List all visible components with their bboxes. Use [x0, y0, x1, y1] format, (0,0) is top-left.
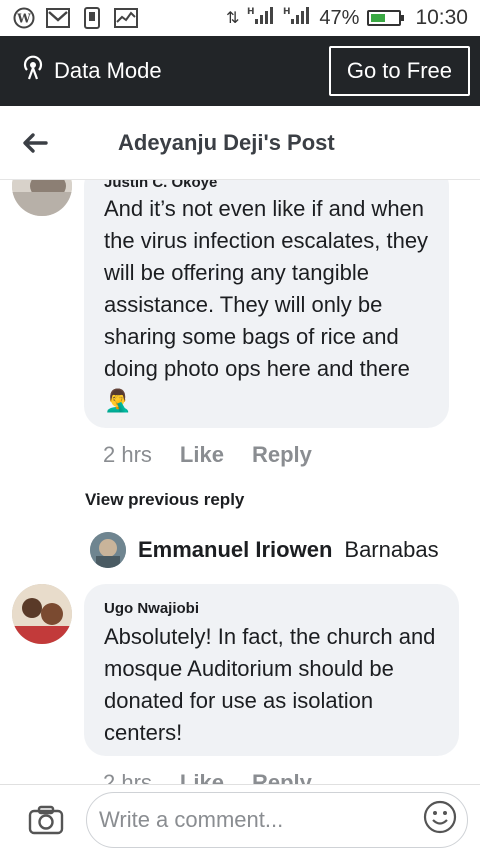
clock: 10:30: [415, 6, 468, 29]
page-title: Adeyanju Deji's Post: [118, 129, 335, 155]
go-to-free-button[interactable]: Go to Free: [328, 46, 470, 96]
comment-time: 2 hrs: [103, 770, 152, 784]
smiley-icon: [423, 800, 457, 834]
reply-author[interactable]: Emmanuel Iriowen: [138, 537, 332, 563]
back-button[interactable]: [0, 132, 70, 154]
avatar[interactable]: [12, 584, 72, 644]
post-header: Adeyanju Deji's Post: [0, 106, 480, 180]
svg-text:H: H: [247, 7, 255, 17]
like-button[interactable]: Like: [180, 442, 224, 468]
reply-button[interactable]: Reply: [252, 770, 312, 784]
data-mode-label: Data Mode: [54, 58, 162, 83]
data-mode-toggle[interactable]: Data Mode: [20, 55, 162, 87]
battery-icon: [367, 10, 405, 26]
comment-bubble[interactable]: Justin C. Okoye And it’s not even like i…: [84, 180, 449, 428]
svg-text:W: W: [16, 12, 31, 26]
comment-actions: 2 hrs Like Reply: [103, 442, 312, 468]
back-arrow-icon: [23, 132, 48, 153]
like-button[interactable]: Like: [180, 770, 224, 784]
comment-input-wrapper: [86, 791, 468, 848]
reply-preview[interactable]: Emmanuel Iriowen Barnabas: [90, 532, 460, 568]
wordpress-icon: W: [12, 7, 36, 29]
battery-fill: [371, 14, 385, 22]
comment-text: Absolutely! In fact, the church and mosq…: [104, 624, 436, 745]
signal-icon-1: H: [247, 5, 275, 31]
reply-text: Barnabas: [344, 537, 439, 562]
camera-button[interactable]: [24, 805, 68, 835]
reply-button[interactable]: Reply: [252, 442, 312, 468]
data-mode-bar: Data Mode Go to Free: [0, 36, 480, 106]
data-arrows-icon: ⇅: [226, 10, 240, 27]
comment-text: And it’s not even like if and when the v…: [104, 196, 429, 413]
comment-time: 2 hrs: [103, 442, 152, 467]
comment-composer: [0, 784, 480, 854]
broadcast-icon: [20, 55, 46, 87]
comment-author[interactable]: Ugo Nwajiobi: [104, 600, 439, 617]
avatar[interactable]: [12, 180, 72, 216]
signal-icon-2: H: [283, 5, 311, 31]
comment-input[interactable]: [99, 806, 423, 833]
status-bar: W ⇅ H H 47% 10:30: [0, 0, 480, 36]
comment-bubble[interactable]: Ugo Nwajiobi Absolutely! In fact, the ch…: [84, 584, 459, 756]
phone-notification-icon: [80, 7, 104, 29]
emoji-button[interactable]: [423, 800, 457, 839]
view-previous-reply-link[interactable]: View previous reply: [85, 490, 244, 510]
svg-text:H: H: [283, 7, 291, 17]
battery-percent: 47%: [319, 6, 360, 29]
comment-actions: 2 hrs Like Reply: [103, 770, 312, 784]
activity-icon: [114, 7, 138, 29]
comments-list[interactable]: Justin C. Okoye And it’s not even like i…: [0, 180, 480, 784]
comment-author[interactable]: Justin C. Okoye: [104, 180, 429, 191]
avatar[interactable]: [90, 532, 126, 568]
camera-icon: [28, 805, 64, 834]
gmail-icon: [46, 7, 70, 29]
